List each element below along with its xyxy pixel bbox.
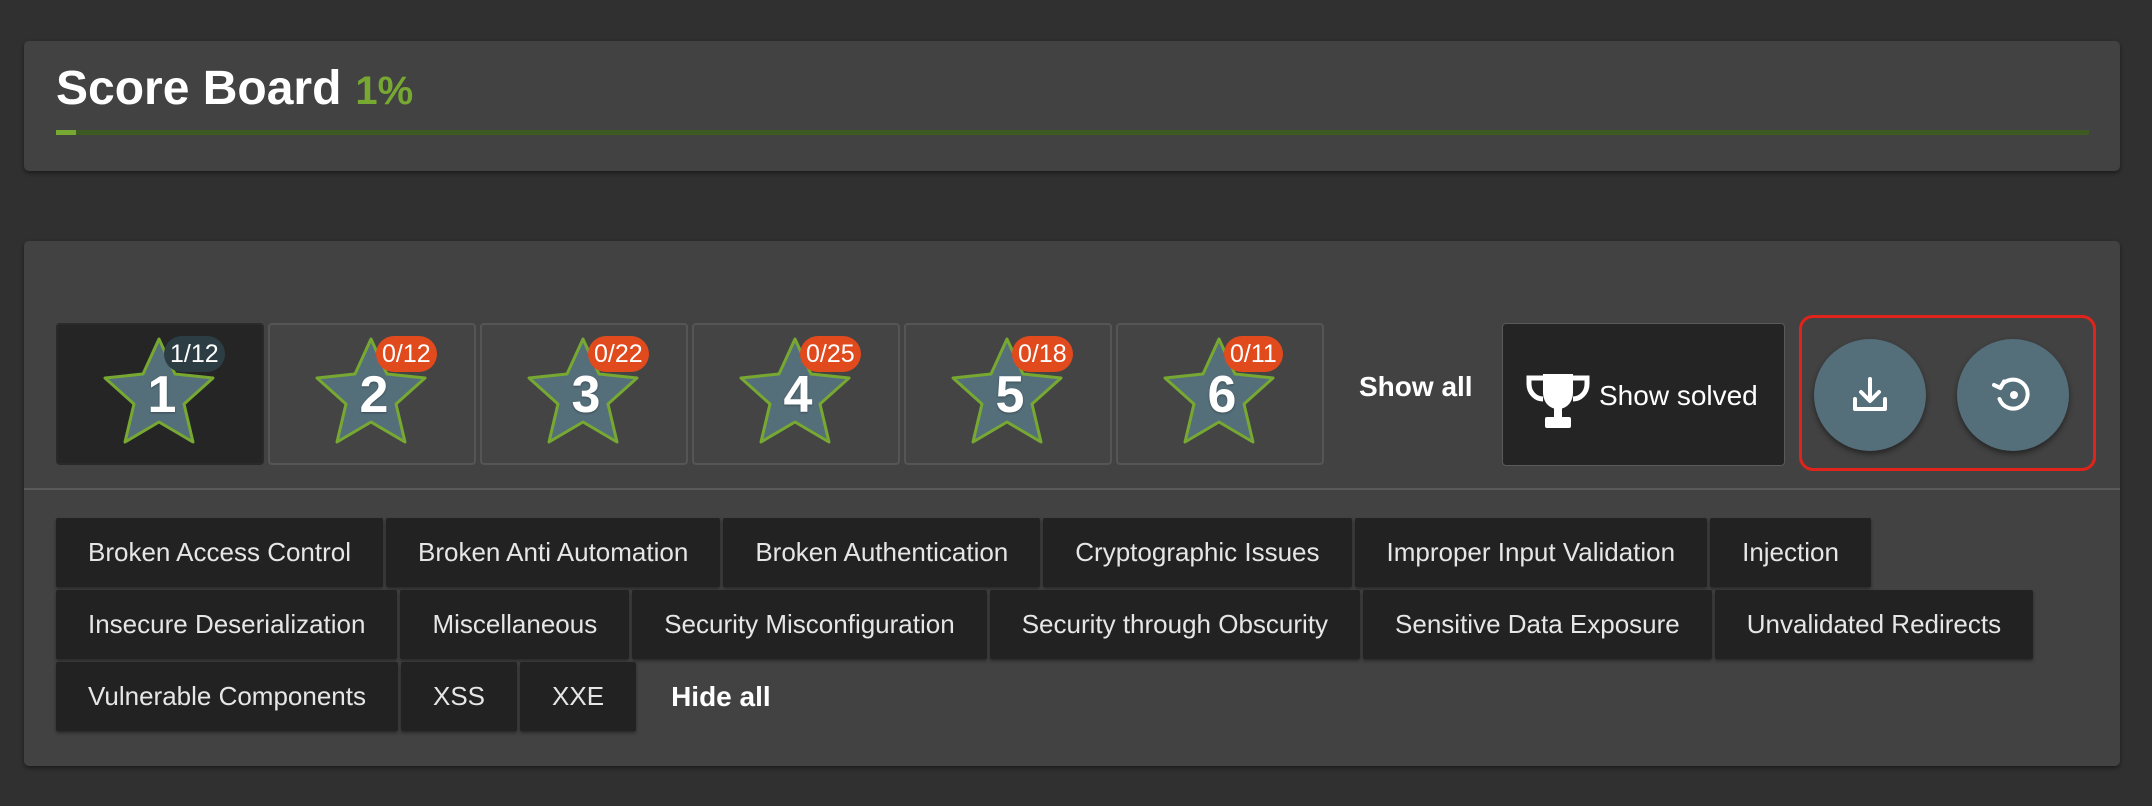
restore-progress-button[interactable] [1957, 339, 2069, 451]
difficulty-level-number: 1 [147, 366, 177, 424]
panel-divider [24, 488, 2120, 490]
score-progress-fill [56, 130, 77, 135]
restore-icon [1992, 377, 2030, 411]
category-chip[interactable]: Broken Access Control [56, 518, 384, 587]
filter-panel: 1 1/12 2 0/12 3 0/22 4 0/25 5 0/18 6 0/11 Show all … [24, 241, 2120, 766]
hide-all-categories-button[interactable]: Hide all [639, 662, 803, 731]
category-chip[interactable]: Improper Input Validation [1354, 518, 1708, 587]
category-chip[interactable]: Vulnerable Components [56, 662, 398, 731]
category-chip[interactable]: XXE [520, 662, 637, 731]
category-chip-row: Insecure Deserialization Miscellaneous Sec… [56, 590, 2034, 659]
difficulty-level-number: 3 [571, 366, 601, 424]
difficulty-4-button[interactable]: 4 0/25 [692, 323, 900, 465]
difficulty-level-number: 2 [359, 366, 389, 424]
solved-count-badge: 0/22 [588, 336, 649, 372]
download-progress-button[interactable] [1814, 339, 1926, 451]
difficulty-level-number: 6 [1207, 366, 1237, 424]
solved-count-badge: 0/25 [800, 336, 861, 372]
page-title: Score Board [56, 62, 342, 115]
difficulty-2-button[interactable]: 2 0/12 [268, 323, 476, 465]
difficulty-3-button[interactable]: 3 0/22 [480, 323, 688, 465]
category-chip[interactable]: Unvalidated Redirects [1714, 590, 2034, 659]
difficulty-level-number: 5 [995, 366, 1025, 424]
category-chip-row: Vulnerable Components XSS XXE Hide all [56, 662, 803, 731]
score-percentage: 1% [355, 69, 414, 113]
category-chip[interactable]: Injection [1710, 518, 1871, 587]
download-icon [1853, 377, 1887, 411]
category-chip[interactable]: Broken Anti Automation [386, 518, 721, 587]
solved-count-badge: 0/12 [376, 336, 437, 372]
solved-count-badge: 0/11 [1224, 336, 1283, 372]
difficulty-6-button[interactable]: 6 0/11 [1116, 323, 1324, 465]
category-chip[interactable]: Security through Obscurity [989, 590, 1361, 659]
category-chip[interactable]: Miscellaneous [400, 590, 630, 659]
score-board-card: Score Board 1% [24, 41, 2120, 171]
difficulty-1-button[interactable]: 1 1/12 [56, 323, 264, 465]
category-chip[interactable]: Sensitive Data Exposure [1363, 590, 1712, 659]
category-chip[interactable]: Cryptographic Issues [1043, 518, 1352, 587]
difficulty-level-number: 4 [783, 366, 813, 424]
trophy-icon [1526, 374, 1590, 428]
category-chip[interactable]: Insecure Deserialization [56, 590, 398, 659]
solved-count-badge: 0/18 [1012, 336, 1073, 372]
show-solved-button[interactable]: Show solved [1502, 323, 1785, 466]
category-chip[interactable]: Broken Authentication [723, 518, 1041, 587]
category-chip[interactable]: XSS [401, 662, 518, 731]
title-row: Score Board 1% [56, 61, 413, 116]
score-progress-bar [56, 130, 2089, 135]
show-all-difficulties-button[interactable]: Show all [1359, 371, 1473, 403]
show-solved-label: Show solved [1599, 380, 1758, 411]
solved-count-badge: 1/12 [164, 336, 225, 372]
difficulty-5-button[interactable]: 5 0/18 [904, 323, 1112, 465]
category-chip[interactable]: Security Misconfiguration [632, 590, 987, 659]
category-chip-row: Broken Access Control Broken Anti Automat… [56, 518, 1871, 587]
